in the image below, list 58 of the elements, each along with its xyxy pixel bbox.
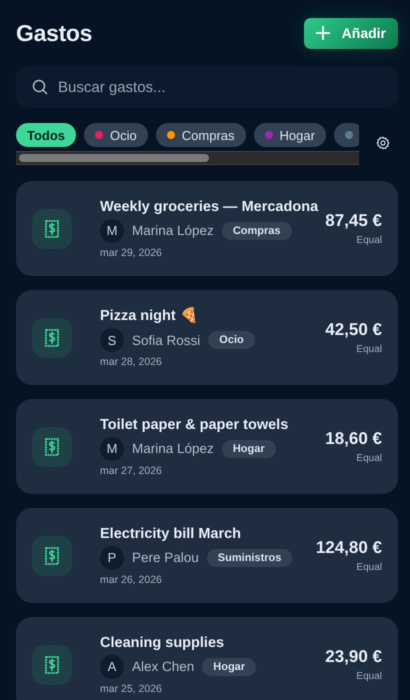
payer-name: Alex Chen xyxy=(132,659,194,674)
payer-avatar: A xyxy=(100,654,124,678)
filter-chip[interactable]: Compras xyxy=(156,123,246,147)
expense-card[interactable]: Electricity bill March P Pere Palou Suministros mar 26, 2026 124,80 € Equal xyxy=(16,508,398,603)
expense-card[interactable]: Toilet paper & paper towels M Marina López Hogar mar 27, 2026 18,60 € Equal xyxy=(16,399,398,494)
expense-title: Electricity bill March xyxy=(100,526,242,542)
expense-title: Weekly groceries — Mercadona xyxy=(100,198,320,214)
split-type: Equal xyxy=(356,453,382,464)
split-type: Equal xyxy=(356,235,382,246)
category-tag: Compras xyxy=(222,222,292,240)
category-tag: Suministros xyxy=(206,548,292,566)
category-tag: Hogar xyxy=(202,658,256,676)
scrollbar[interactable] xyxy=(16,151,359,165)
receipt-dollar-icon xyxy=(44,328,60,346)
expense-date: mar 29, 2026 xyxy=(100,246,163,258)
receipt-dollar-icon xyxy=(44,220,60,238)
payer-name: Pere Palou xyxy=(132,550,199,565)
filter-chip[interactable] xyxy=(334,123,359,147)
payer-avatar: P xyxy=(100,546,124,570)
page-title: Gastos xyxy=(16,20,92,46)
payer-avatar: S xyxy=(100,328,124,352)
payer-avatar: M xyxy=(100,218,124,242)
expense-amount: 42,50 € xyxy=(325,320,382,340)
expense-title: Toilet paper & paper towels xyxy=(100,416,290,432)
search-icon xyxy=(32,79,48,95)
filter-chip[interactable]: Hogar xyxy=(254,123,326,147)
receipt-dollar-icon xyxy=(44,546,60,564)
add-button[interactable]: Añadir xyxy=(304,18,398,48)
expense-amount: 18,60 € xyxy=(325,429,382,449)
split-type: Equal xyxy=(356,562,382,573)
expense-date: mar 25, 2026 xyxy=(100,682,163,694)
expense-title: Pizza night 🍕 xyxy=(100,307,199,324)
expense-date: mar 27, 2026 xyxy=(100,464,163,476)
category-tag: Hogar xyxy=(222,440,276,458)
expense-date: mar 28, 2026 xyxy=(100,356,163,368)
expense-card[interactable]: Weekly groceries — Mercadona M Marina López Compras mar 29, 2026 87,45 € Equal xyxy=(16,181,398,276)
filter-chip[interactable]: Todos xyxy=(16,123,76,147)
split-type: Equal xyxy=(356,344,382,355)
expense-card[interactable]: Pizza night 🍕 S Sofia Rossi Ocio mar 28, 2026 42,50 € Equal xyxy=(16,290,398,385)
receipt-dollar-icon xyxy=(44,656,60,674)
expense-amount: 23,90 € xyxy=(325,647,382,667)
expense-date: mar 26, 2026 xyxy=(100,574,163,586)
payer-name: Sofia Rossi xyxy=(132,332,200,348)
expense-card[interactable]: Cleaning supplies A Alex Chen Hogar mar 25, 2026 23,90 € Equal xyxy=(16,617,398,700)
search-field[interactable]: Buscar gastos... xyxy=(16,66,398,108)
receipt-dollar-icon xyxy=(44,438,60,456)
payer-avatar: M xyxy=(100,436,124,460)
split-type: Equal xyxy=(356,671,382,682)
expense-amount: 87,45 € xyxy=(325,211,382,231)
expense-amount: 124,80 € xyxy=(316,538,382,558)
payer-name: Marina López xyxy=(132,223,214,238)
payer-name: Marina López xyxy=(132,441,214,456)
search-input[interactable]: Buscar gastos... xyxy=(56,78,382,96)
expense-title: Cleaning supplies xyxy=(100,634,226,650)
filter-chip[interactable]: Ocio xyxy=(84,123,148,147)
plus-icon xyxy=(316,26,330,40)
settings-icon[interactable] xyxy=(376,136,390,150)
category-tag: Ocio xyxy=(208,331,255,349)
